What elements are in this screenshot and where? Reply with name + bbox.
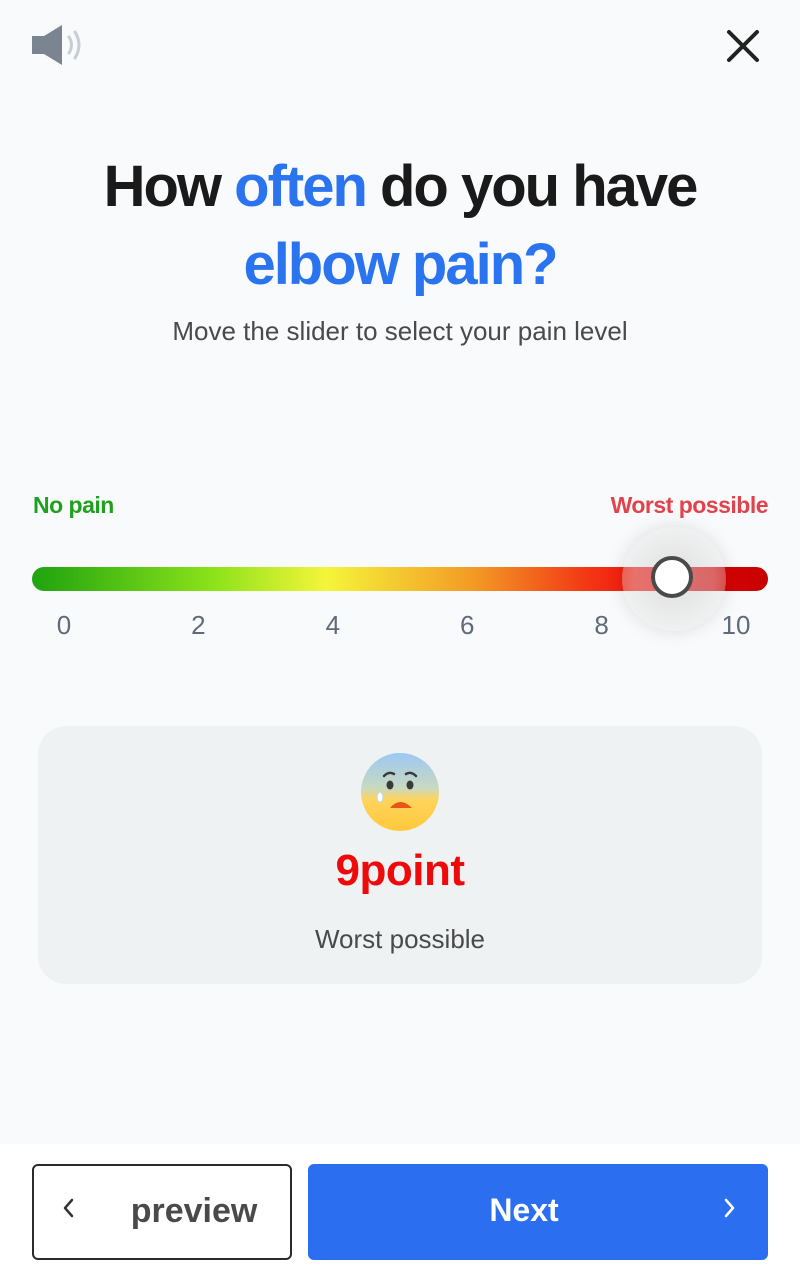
pain-score-description: Worst possible: [314, 924, 486, 954]
chevron-left-icon: [60, 1194, 76, 1229]
pain-survey-screen: How often do you have elbow pain? Move t…: [0, 0, 800, 1280]
preview-button[interactable]: preview: [32, 1164, 292, 1260]
slider-min-label: No pain: [33, 492, 114, 518]
pain-slider-thumb[interactable]: [651, 556, 693, 598]
preview-button-label: preview: [130, 1192, 258, 1230]
tick-label: 2: [191, 610, 206, 640]
tick-label: 6: [459, 610, 475, 640]
title-accent-often: often: [234, 154, 368, 219]
question-subtitle: Move the slider to select your pain leve…: [172, 316, 628, 346]
tick-label: 10: [721, 610, 751, 640]
slider-max-label: Worst possible: [610, 492, 769, 518]
close-button[interactable]: [722, 25, 764, 67]
tick-label: 4: [325, 610, 341, 640]
anxious-face-with-sweat-icon: [361, 753, 439, 831]
question-title: How often do you have elbow pain?: [0, 148, 800, 304]
next-button[interactable]: Next: [308, 1164, 768, 1260]
chevron-right-icon: [722, 1194, 738, 1229]
speaker-button[interactable]: [28, 22, 88, 68]
tick-label: 8: [594, 610, 609, 640]
next-button-label: Next: [489, 1192, 559, 1228]
pain-score: 9point: [335, 846, 465, 895]
title-text-1: How: [103, 154, 235, 219]
slider-tick-labels: 0 2 4 6 8 10: [0, 610, 800, 644]
title-accent-elbow-pain: elbow pain?: [243, 232, 558, 297]
tick-label: 0: [56, 610, 72, 640]
speaker-volume-icon: [32, 25, 81, 65]
title-text-2: do you have: [365, 154, 698, 219]
close-icon: [727, 30, 759, 62]
